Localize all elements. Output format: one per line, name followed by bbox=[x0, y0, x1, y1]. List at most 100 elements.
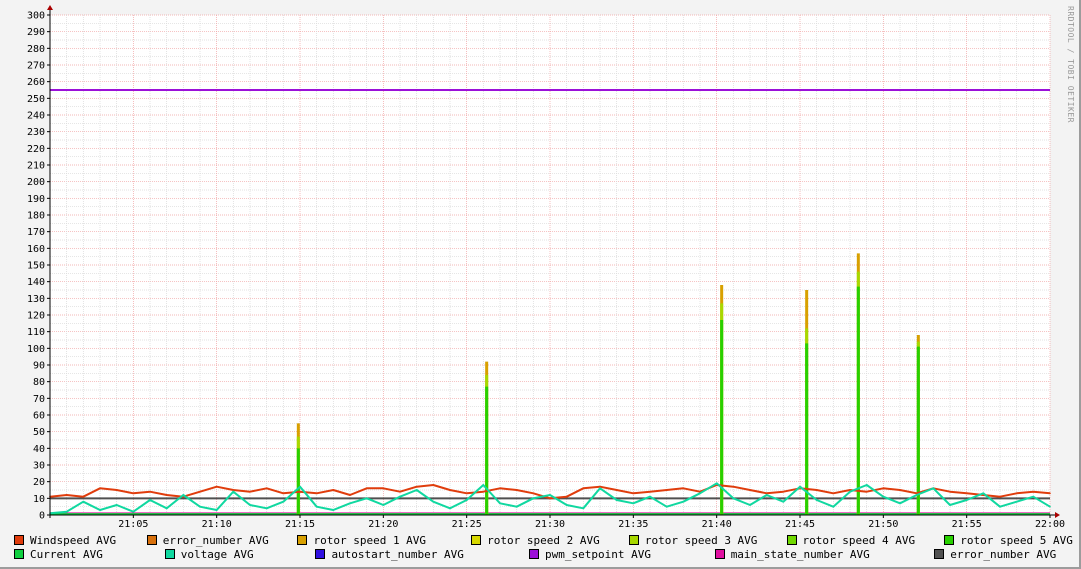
data-point bbox=[165, 507, 168, 510]
data-point bbox=[632, 502, 635, 505]
data-point bbox=[199, 490, 201, 493]
x-axis-arrow bbox=[1055, 512, 1060, 518]
data-point bbox=[99, 487, 101, 490]
data-point bbox=[82, 500, 85, 503]
y-tick-label: 100 bbox=[27, 344, 45, 355]
y-tick-label: 70 bbox=[33, 394, 45, 405]
y-tick-label: 110 bbox=[27, 327, 45, 338]
data-point bbox=[449, 507, 451, 510]
data-point bbox=[899, 502, 901, 505]
x-tick-label: 21:15 bbox=[285, 519, 315, 530]
data-point bbox=[165, 494, 168, 496]
data-point bbox=[882, 487, 885, 490]
legend-swatch bbox=[944, 535, 955, 545]
data-point bbox=[715, 482, 718, 485]
data-point bbox=[132, 510, 135, 513]
data-point bbox=[649, 495, 651, 498]
y-tick-label: 150 bbox=[27, 261, 45, 272]
data-point bbox=[665, 489, 668, 491]
data-point bbox=[749, 489, 751, 491]
legend-label: autostart_number AVG bbox=[331, 547, 464, 561]
legend-item: main_state_number AVG bbox=[714, 547, 935, 561]
data-point bbox=[915, 494, 918, 496]
data-point bbox=[265, 487, 268, 490]
data-point bbox=[999, 505, 1001, 508]
legend-item: Current AVG bbox=[14, 547, 165, 561]
chart-plot: 0 10 20 30 40 50 60 70 80 90 100 110 120 130 140 150 160… bbox=[27, 5, 1065, 530]
y-tick-label: 130 bbox=[27, 294, 45, 305]
x-tick-label: 21:05 bbox=[118, 519, 148, 530]
legend-swatch bbox=[14, 535, 24, 545]
x-tick-label: 21:40 bbox=[702, 519, 732, 530]
data-point bbox=[749, 504, 751, 506]
legend-item: rotor speed 4 AVG bbox=[786, 533, 945, 547]
data-point bbox=[565, 504, 568, 506]
data-point bbox=[499, 487, 501, 490]
data-point bbox=[815, 499, 818, 501]
y-tick-label: 30 bbox=[33, 461, 45, 472]
data-point bbox=[865, 490, 868, 493]
y-tick-label: 160 bbox=[27, 244, 45, 255]
data-point bbox=[115, 489, 118, 491]
legend-label: error_number AVG bbox=[162, 533, 269, 547]
y-tick-label: 180 bbox=[27, 211, 45, 222]
data-point bbox=[465, 492, 468, 495]
data-point bbox=[815, 489, 818, 491]
y-tick-label: 280 bbox=[27, 44, 45, 55]
data-point bbox=[65, 510, 68, 513]
legend-label: pwm_setpoint AVG bbox=[545, 547, 651, 561]
data-point bbox=[249, 490, 251, 493]
data-point bbox=[799, 485, 801, 488]
legend-swatch bbox=[297, 535, 308, 545]
data-point bbox=[865, 484, 868, 486]
data-point bbox=[549, 494, 551, 496]
legend-item: rotor speed 5 AVG bbox=[944, 533, 1074, 547]
data-point bbox=[532, 497, 535, 500]
data-point bbox=[382, 504, 385, 506]
data-point bbox=[332, 509, 335, 511]
data-point bbox=[65, 494, 68, 496]
data-point bbox=[565, 495, 568, 498]
legend-item: voltage AVG bbox=[164, 547, 316, 561]
legend-label: rotor speed 5 AVG bbox=[960, 533, 1073, 547]
data-point bbox=[482, 490, 485, 493]
legend-swatch bbox=[786, 535, 797, 545]
data-point bbox=[149, 499, 151, 501]
data-point bbox=[265, 507, 268, 510]
data-point bbox=[515, 505, 518, 508]
data-point bbox=[965, 499, 968, 501]
data-point bbox=[965, 492, 968, 495]
data-point bbox=[215, 485, 218, 488]
legend-label: main_state_number AVG bbox=[730, 547, 870, 561]
data-point bbox=[632, 492, 635, 495]
y-tick-label: 260 bbox=[27, 77, 45, 88]
data-point bbox=[949, 504, 951, 506]
y-tick-label: 80 bbox=[33, 377, 45, 388]
data-point bbox=[115, 504, 118, 506]
legend-item: error_number AVG bbox=[934, 547, 1074, 561]
y-tick-label: 200 bbox=[27, 177, 45, 188]
data-point bbox=[782, 500, 785, 503]
x-tick-label: 21:10 bbox=[202, 519, 232, 530]
x-tick-label: 21:20 bbox=[368, 519, 398, 530]
y-tick-label: 220 bbox=[27, 144, 45, 155]
data-point bbox=[215, 509, 218, 511]
data-point bbox=[849, 490, 851, 493]
x-tick-label: 21:35 bbox=[618, 519, 648, 530]
data-point bbox=[482, 484, 485, 486]
data-point bbox=[499, 502, 501, 505]
legend-swatch bbox=[529, 549, 540, 559]
x-tick-label: 21:55 bbox=[952, 519, 982, 530]
legend-item: error_number AVG bbox=[146, 533, 298, 547]
data-point bbox=[765, 494, 768, 496]
legend-row: Windspeed AVG error_number AVG rotor speed… bbox=[14, 533, 1074, 547]
legend-swatch bbox=[471, 535, 482, 545]
data-point bbox=[399, 495, 401, 498]
data-point bbox=[349, 494, 351, 496]
data-point bbox=[1049, 492, 1051, 495]
data-point bbox=[832, 505, 835, 508]
y-tick-label: 170 bbox=[27, 227, 45, 238]
data-point bbox=[515, 489, 518, 491]
legend-label: rotor speed 4 AVG bbox=[802, 533, 916, 547]
y-axis-arrow bbox=[47, 5, 53, 10]
